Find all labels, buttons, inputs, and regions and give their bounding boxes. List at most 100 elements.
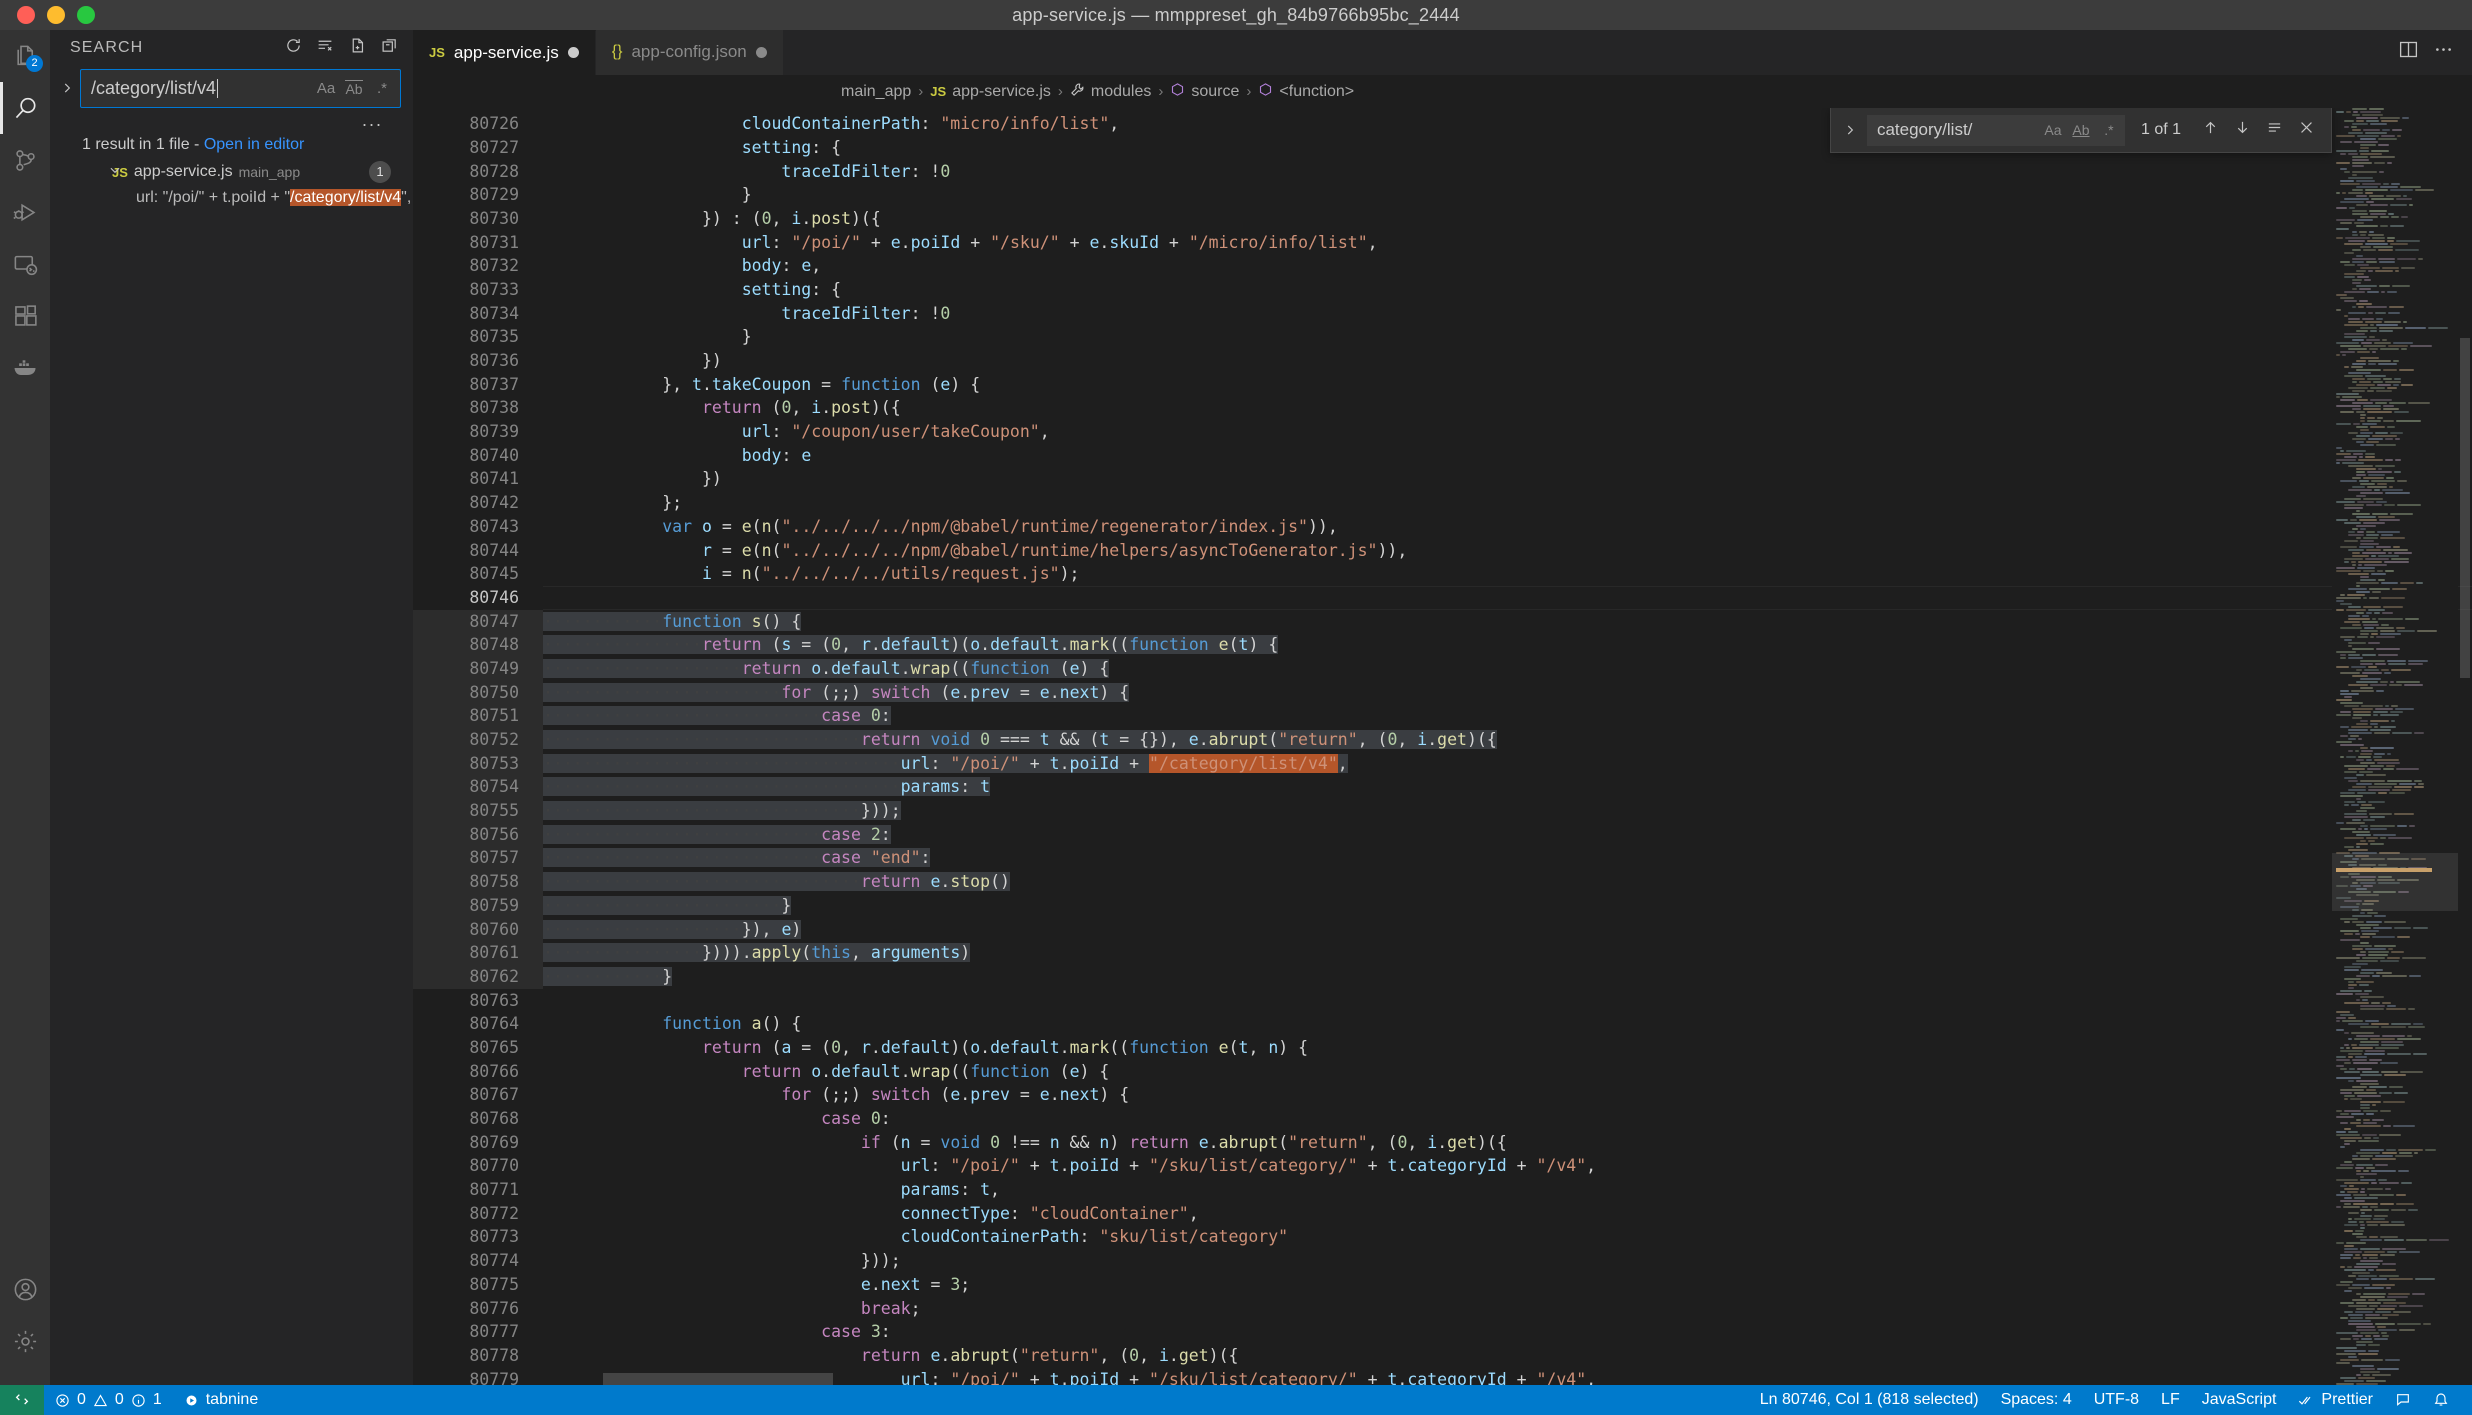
status-prettier[interactable]: Prettier <box>2287 1385 2384 1415</box>
status-notifications[interactable] <box>2422 1385 2460 1415</box>
match-case-toggle[interactable]: Aa <box>312 75 340 103</box>
code-line[interactable]: traceIdFilter: !0 <box>543 302 2472 326</box>
next-match-button[interactable] <box>2227 115 2257 145</box>
split-editor-icon[interactable] <box>2398 39 2419 65</box>
search-result-file-row[interactable]: JS app-service.js main_app 1 <box>50 158 413 186</box>
collapse-all-button[interactable] <box>375 34 403 62</box>
code-line[interactable]: }) : (0, i.post)({ <box>543 207 2472 231</box>
status-problems[interactable]: 0 0 1 <box>44 1385 173 1415</box>
code-line[interactable]: return (0, i.post)({ <box>543 396 2472 420</box>
code-line[interactable]: }) <box>543 349 2472 373</box>
activitybar-extensions[interactable] <box>0 290 50 342</box>
code-line[interactable]: return o.default.wrap((function (e) { <box>543 1060 2472 1084</box>
code-line[interactable]: ································return e… <box>543 870 2472 894</box>
code-line[interactable]: body: e, <box>543 254 2472 278</box>
code-line[interactable]: })); <box>543 1249 2472 1273</box>
horizontal-scrollbar[interactable] <box>543 1372 2472 1385</box>
code-content[interactable]: cloudContainerPath: "micro/info/list", s… <box>543 108 2472 1385</box>
code-line[interactable]: }, t.takeCoupon = function (e) { <box>543 373 2472 397</box>
activitybar-source-control[interactable] <box>0 134 50 186</box>
minimize-window-button[interactable] <box>47 6 65 24</box>
code-line[interactable]: ····················}), e) <box>543 918 2472 942</box>
code-line[interactable]: ····························case "end": <box>543 846 2472 870</box>
code-line[interactable]: if (n = void 0 !== n && n) return e.abru… <box>543 1131 2472 1155</box>
code-line[interactable]: url: "/poi/" + e.poiId + "/sku/" + e.sku… <box>543 231 2472 255</box>
toggle-replace-button[interactable] <box>1835 115 1865 145</box>
code-line[interactable] <box>543 586 2472 610</box>
code-line[interactable] <box>543 989 2472 1013</box>
minimap[interactable] <box>2332 108 2458 1385</box>
code-line[interactable]: case 3: <box>543 1320 2472 1344</box>
use-regex-toggle[interactable]: .* <box>368 75 396 103</box>
code-line[interactable]: setting: { <box>543 278 2472 302</box>
status-eol[interactable]: LF <box>2150 1385 2191 1415</box>
code-line[interactable]: ····························case 2: <box>543 823 2472 847</box>
find-input[interactable]: category/list/ Aa Ab .* <box>1866 114 2125 146</box>
code-line[interactable]: url: "/poi/" + t.poiId + "/sku/list/cate… <box>543 1154 2472 1178</box>
activitybar-accounts[interactable] <box>0 1263 50 1315</box>
search-input[interactable]: /category/list/v4 Aa Ab .* <box>80 69 401 108</box>
breadcrumb-item-modules[interactable]: modules <box>1070 82 1151 102</box>
remote-indicator[interactable] <box>0 1385 44 1415</box>
activitybar-run-and-debug[interactable] <box>0 186 50 238</box>
window-controls[interactable] <box>0 6 95 24</box>
code-line[interactable]: }) <box>543 467 2472 491</box>
find-match-case-toggle[interactable]: Aa <box>2040 117 2066 143</box>
code-line[interactable]: }; <box>543 491 2472 515</box>
code-line[interactable]: ····························case 0: <box>543 704 2472 728</box>
code-line[interactable]: ············function s() { <box>543 610 2472 634</box>
breadcrumb-item-source[interactable]: source <box>1170 82 1239 102</box>
code-line[interactable]: r = e(n("../../../../npm/@babel/runtime/… <box>543 539 2472 563</box>
code-line[interactable]: connectType: "cloudContainer", <box>543 1202 2472 1226</box>
breadcrumb-item-main-app[interactable]: main_app <box>841 83 911 101</box>
toggle-search-details-button[interactable] <box>54 69 80 107</box>
code-line[interactable]: var o = e(n("../../../../npm/@babel/runt… <box>543 515 2472 539</box>
code-line[interactable]: params: t, <box>543 1178 2472 1202</box>
match-whole-word-toggle[interactable]: Ab <box>340 75 368 103</box>
chevron-down-icon[interactable] <box>108 163 122 182</box>
code-line[interactable]: e.next = 3; <box>543 1273 2472 1297</box>
tab-app-config-json[interactable]: {} app-config.json <box>595 30 784 75</box>
code-line[interactable]: body: e <box>543 444 2472 468</box>
status-editor-position[interactable]: Ln 80746, Col 1 (818 selected) <box>1749 1385 1990 1415</box>
unsaved-indicator[interactable] <box>567 47 579 59</box>
activitybar-search[interactable] <box>0 82 50 134</box>
code-line[interactable]: ························} <box>543 894 2472 918</box>
find-in-selection-button[interactable] <box>2259 115 2289 145</box>
scrollbar-thumb[interactable] <box>603 1372 833 1385</box>
code-line[interactable]: break; <box>543 1297 2472 1321</box>
close-find-button[interactable] <box>2291 115 2321 145</box>
activitybar-explorer[interactable]: 2 <box>0 30 50 82</box>
find-regex-toggle[interactable]: .* <box>2096 117 2122 143</box>
code-editor[interactable]: 80726 80727 80728 80729 80730 80731 80732 80733… <box>413 108 2472 1385</box>
status-tabnine[interactable]: tabnine <box>173 1385 270 1415</box>
code-line[interactable]: function a() { <box>543 1012 2472 1036</box>
scrollbar-thumb[interactable] <box>2460 338 2470 679</box>
code-line[interactable]: case 0: <box>543 1107 2472 1131</box>
minimap-slider[interactable] <box>2332 853 2458 912</box>
status-language-mode[interactable]: JavaScript <box>2191 1385 2288 1415</box>
code-line[interactable]: ················return (s = (0, r.defaul… <box>543 633 2472 657</box>
status-indentation[interactable]: Spaces: 4 <box>1990 1385 2083 1415</box>
activitybar-manage[interactable] <box>0 1315 50 1367</box>
breadcrumb-item-app-service-js[interactable]: JS app-service.js <box>930 83 1051 101</box>
refresh-button[interactable] <box>279 34 307 62</box>
find-widget[interactable]: category/list/ Aa Ab .* 1 of 1 <box>1829 108 2332 154</box>
code-line[interactable]: url: "/coupon/user/takeCoupon", <box>543 420 2472 444</box>
code-line[interactable]: ····································url:… <box>543 752 2472 776</box>
code-line[interactable]: ····················return o.default.wra… <box>543 657 2472 681</box>
find-whole-word-toggle[interactable]: Ab <box>2068 117 2094 143</box>
maximize-window-button[interactable] <box>77 6 95 24</box>
code-line[interactable]: return (a = (0, r.default)(o.default.mar… <box>543 1036 2472 1060</box>
ellipsis-icon[interactable] <box>2433 39 2454 65</box>
code-line[interactable]: for (;;) switch (e.prev = e.next) { <box>543 1083 2472 1107</box>
open-in-editor-link[interactable]: Open in editor <box>204 136 305 153</box>
unsaved-indicator[interactable] <box>755 46 767 58</box>
code-line[interactable]: return e.abrupt("return", (0, i.get)({ <box>543 1344 2472 1368</box>
search-more-actions-button[interactable]: ... <box>80 108 401 130</box>
code-line[interactable]: } <box>543 183 2472 207</box>
code-line[interactable]: } <box>543 325 2472 349</box>
code-line[interactable]: ································return v… <box>543 728 2472 752</box>
status-feedback[interactable] <box>2384 1385 2422 1415</box>
activitybar-docker[interactable] <box>0 342 50 394</box>
